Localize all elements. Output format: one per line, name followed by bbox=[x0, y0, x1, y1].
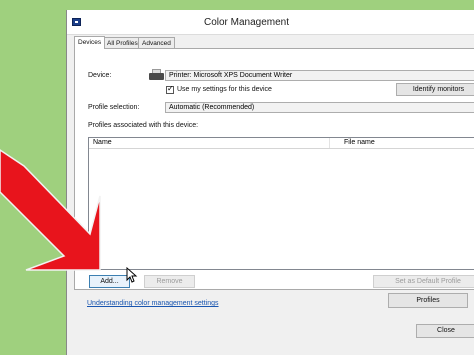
device-label: Device: bbox=[88, 72, 112, 79]
use-settings-checkbox[interactable]: ✓ bbox=[166, 84, 174, 94]
understanding-color-management-link[interactable]: Understanding color management settings bbox=[87, 300, 219, 307]
set-default-profile-button[interactable]: Set as Default Profile bbox=[373, 275, 474, 288]
tab-devices[interactable]: Devices bbox=[74, 36, 106, 49]
close-button[interactable]: Close bbox=[416, 324, 474, 338]
column-header-name[interactable]: Name bbox=[93, 139, 112, 146]
identify-monitors-button[interactable]: Identify monitors bbox=[396, 83, 474, 96]
mouse-cursor-icon bbox=[126, 267, 138, 283]
column-header-file-name[interactable]: File name bbox=[344, 139, 375, 146]
profiles-list-header: Name File name bbox=[89, 138, 474, 149]
device-select-value: Printer: Microsoft XPS Document Writer bbox=[169, 72, 293, 79]
window-title: Color Management bbox=[203, 17, 290, 28]
title-bar[interactable]: Color Management bbox=[67, 10, 474, 35]
checkmark-icon: ✓ bbox=[167, 84, 174, 93]
profile-selection-value: Automatic (Recommended) bbox=[169, 104, 255, 111]
profile-selection-select[interactable]: Automatic (Recommended) bbox=[165, 102, 474, 113]
use-settings-label: Use my settings for this device bbox=[177, 86, 272, 93]
device-select[interactable]: Printer: Microsoft XPS Document Writer bbox=[165, 70, 474, 81]
profiles-listbox[interactable]: Name File name bbox=[88, 137, 474, 270]
add-button[interactable]: Add... bbox=[89, 275, 130, 288]
printer-icon bbox=[148, 69, 165, 81]
profiles-associated-label: Profiles associated with this device: bbox=[88, 122, 199, 129]
devices-panel: Device: Printer: Microsoft XPS Document … bbox=[74, 48, 474, 290]
color-management-window: Color Management Devices All Profiles Ad… bbox=[66, 10, 474, 355]
remove-button[interactable]: Remove bbox=[144, 275, 195, 288]
profiles-button[interactable]: Profiles bbox=[388, 293, 468, 308]
profile-selection-label: Profile selection: bbox=[88, 104, 140, 111]
